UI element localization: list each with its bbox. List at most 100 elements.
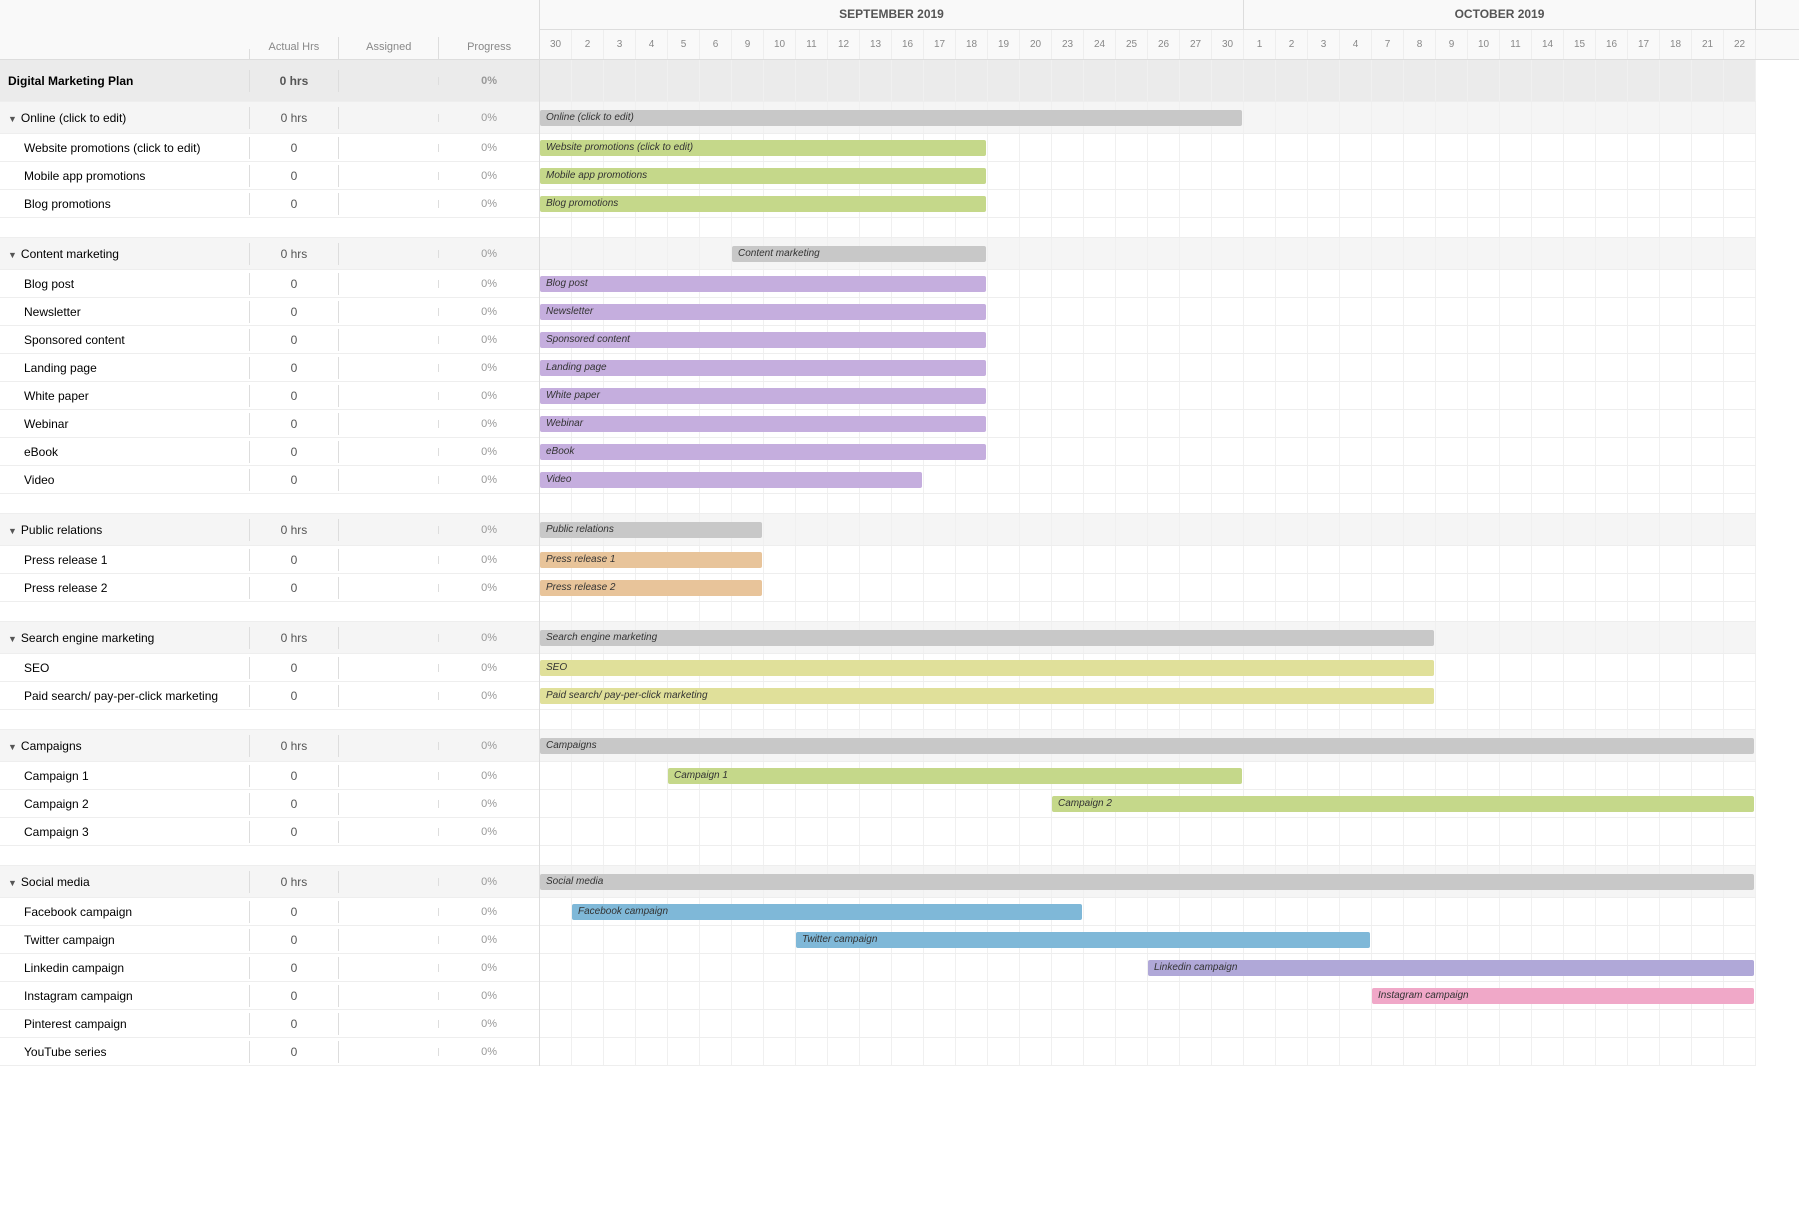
left-row-24[interactable]: ▼Campaigns0 hrs0% <box>0 730 539 762</box>
gantt-bar-22[interactable]: Paid search/ pay-per-click marketing <box>540 688 1434 704</box>
task-name-20: ▼Search engine marketing <box>0 627 250 649</box>
left-row-11[interactable]: White paper00% <box>0 382 539 410</box>
gantt-bar-7[interactable]: Blog post <box>540 276 986 292</box>
collapse-triangle-24[interactable]: ▼ <box>8 742 17 752</box>
left-row-13[interactable]: eBook00% <box>0 438 539 466</box>
progress-11: 0% <box>439 386 539 406</box>
collapse-triangle-29[interactable]: ▼ <box>8 878 17 888</box>
left-row-8[interactable]: Newsletter00% <box>0 298 539 326</box>
collapse-triangle-1[interactable]: ▼ <box>8 114 17 124</box>
gantt-bar-30[interactable]: Facebook campaign <box>572 904 1082 920</box>
task-name-1: ▼Online (click to edit) <box>0 107 250 129</box>
gantt-bar-26[interactable]: Campaign 2 <box>1052 796 1754 812</box>
gantt-bar-3[interactable]: Mobile app promotions <box>540 168 986 184</box>
gantt-bar-1[interactable]: Online (click to edit) <box>540 110 1242 126</box>
gantt-bar-13[interactable]: eBook <box>540 444 986 460</box>
gantt-bar-20[interactable]: Search engine marketing <box>540 630 1434 646</box>
task-name-17: Press release 1 <box>0 549 250 571</box>
left-row-16[interactable]: ▼Public relations0 hrs0% <box>0 514 539 546</box>
collapse-triangle-20[interactable]: ▼ <box>8 634 17 644</box>
left-row-6[interactable]: ▼Content marketing0 hrs0% <box>0 238 539 270</box>
actual-34: 0 <box>250 1013 340 1035</box>
left-row-20[interactable]: ▼Search engine marketing0 hrs0% <box>0 622 539 654</box>
task-name-7: Blog post <box>0 273 250 295</box>
gantt-bar-31[interactable]: Twitter campaign <box>796 932 1370 948</box>
day-cell-4: 5 <box>668 30 700 59</box>
assigned-22 <box>339 692 439 700</box>
gantt-row-15 <box>540 494 1756 514</box>
gantt-bar-16[interactable]: Public relations <box>540 522 762 538</box>
left-row-4[interactable]: Blog promotions00% <box>0 190 539 218</box>
day-cell-10: 13 <box>860 30 892 59</box>
left-row-34[interactable]: Pinterest campaign0 0% <box>0 1010 539 1038</box>
gantt-bar-14[interactable]: Video <box>540 472 922 488</box>
gantt-bar-25[interactable]: Campaign 1 <box>668 768 1242 784</box>
left-row-22[interactable]: Paid search/ pay-per-click marketing00% <box>0 682 539 710</box>
left-row-10[interactable]: Landing page00% <box>0 354 539 382</box>
left-row-18[interactable]: Press release 200% <box>0 574 539 602</box>
gantt-row-34 <box>540 1010 1756 1038</box>
left-row-32[interactable]: Linkedin campaign00% <box>0 954 539 982</box>
progress-13: 0% <box>439 442 539 462</box>
gantt-bar-8[interactable]: Newsletter <box>540 304 986 320</box>
gantt-bar-33[interactable]: Instagram campaign <box>1372 988 1754 1004</box>
task-name-13: eBook <box>0 441 250 463</box>
left-row-30[interactable]: Facebook campaign00% <box>0 898 539 926</box>
main-container: Actual Hrs Assigned Progress Digital Mar… <box>0 0 1799 1066</box>
assigned-10 <box>339 364 439 372</box>
collapse-triangle-16[interactable]: ▼ <box>8 526 17 536</box>
left-row-17[interactable]: Press release 100% <box>0 546 539 574</box>
left-row-7[interactable]: Blog post00% <box>0 270 539 298</box>
gantt-bar-12[interactable]: Webinar <box>540 416 986 432</box>
progress-25: 0% <box>439 766 539 786</box>
assigned-24 <box>339 742 439 750</box>
left-row-26[interactable]: Campaign 200% <box>0 790 539 818</box>
gantt-bar-4[interactable]: Blog promotions <box>540 196 986 212</box>
gantt-bar-32[interactable]: Linkedin campaign <box>1148 960 1754 976</box>
assigned-33 <box>339 992 439 1000</box>
gantt-bar-18[interactable]: Press release 2 <box>540 580 762 596</box>
task-name-4: Blog promotions <box>0 193 250 215</box>
task-name-34: Pinterest campaign <box>0 1013 250 1035</box>
task-name-24: ▼Campaigns <box>0 735 250 757</box>
gantt-bar-17[interactable]: Press release 1 <box>540 552 762 568</box>
left-row-27[interactable]: Campaign 300% <box>0 818 539 846</box>
left-row-12[interactable]: Webinar00% <box>0 410 539 438</box>
progress-7: 0% <box>439 274 539 294</box>
left-row-25[interactable]: Campaign 100% <box>0 762 539 790</box>
gantt-row-26: Campaign 2 <box>540 790 1756 818</box>
assigned-2 <box>339 144 439 152</box>
gantt-bar-11[interactable]: White paper <box>540 388 986 404</box>
left-row-9[interactable]: Sponsored content00% <box>0 326 539 354</box>
day-cell-13: 18 <box>956 30 988 59</box>
actual-20: 0 hrs <box>250 627 340 649</box>
left-row-3[interactable]: Mobile app promotions00% <box>0 162 539 190</box>
left-row-2[interactable]: Website promotions (click to edit)00% <box>0 134 539 162</box>
actual-6: 0 hrs <box>250 243 340 265</box>
right-panel: SEPTEMBER 2019OCTOBER 2019 3023456910111… <box>540 0 1799 1066</box>
left-row-31[interactable]: Twitter campaign00% <box>0 926 539 954</box>
gantt-bar-10[interactable]: Landing page <box>540 360 986 376</box>
actual-3: 0 <box>250 165 340 187</box>
left-row-14[interactable]: Video00% <box>0 466 539 494</box>
gantt-row-20: Search engine marketing <box>540 622 1756 654</box>
gantt-bar-9[interactable]: Sponsored content <box>540 332 986 348</box>
left-row-33[interactable]: Instagram campaign00% <box>0 982 539 1010</box>
collapse-triangle-6[interactable]: ▼ <box>8 250 17 260</box>
gantt-bar-24[interactable]: Campaigns <box>540 738 1754 754</box>
left-row-35[interactable]: YouTube series00% <box>0 1038 539 1066</box>
gantt-bar-6[interactable]: Content marketing <box>732 246 986 262</box>
left-row-21[interactable]: SEO00% <box>0 654 539 682</box>
gantt-bar-29[interactable]: Social media <box>540 874 1754 890</box>
gantt-bar-2[interactable]: Website promotions (click to edit) <box>540 140 986 156</box>
day-cell-8: 11 <box>796 30 828 59</box>
gantt-bar-21[interactable]: SEO <box>540 660 1434 676</box>
progress-34: 0% <box>439 1014 539 1034</box>
gantt-row-25: Campaign 1 <box>540 762 1756 790</box>
task-name-29: ▼Social media <box>0 871 250 893</box>
progress-26: 0% <box>439 794 539 814</box>
assigned-26 <box>339 800 439 808</box>
gantt-row-33: Instagram campaign <box>540 982 1756 1010</box>
left-row-29[interactable]: ▼Social media0 hrs0% <box>0 866 539 898</box>
left-row-1[interactable]: ▼Online (click to edit)0 hrs0% <box>0 102 539 134</box>
